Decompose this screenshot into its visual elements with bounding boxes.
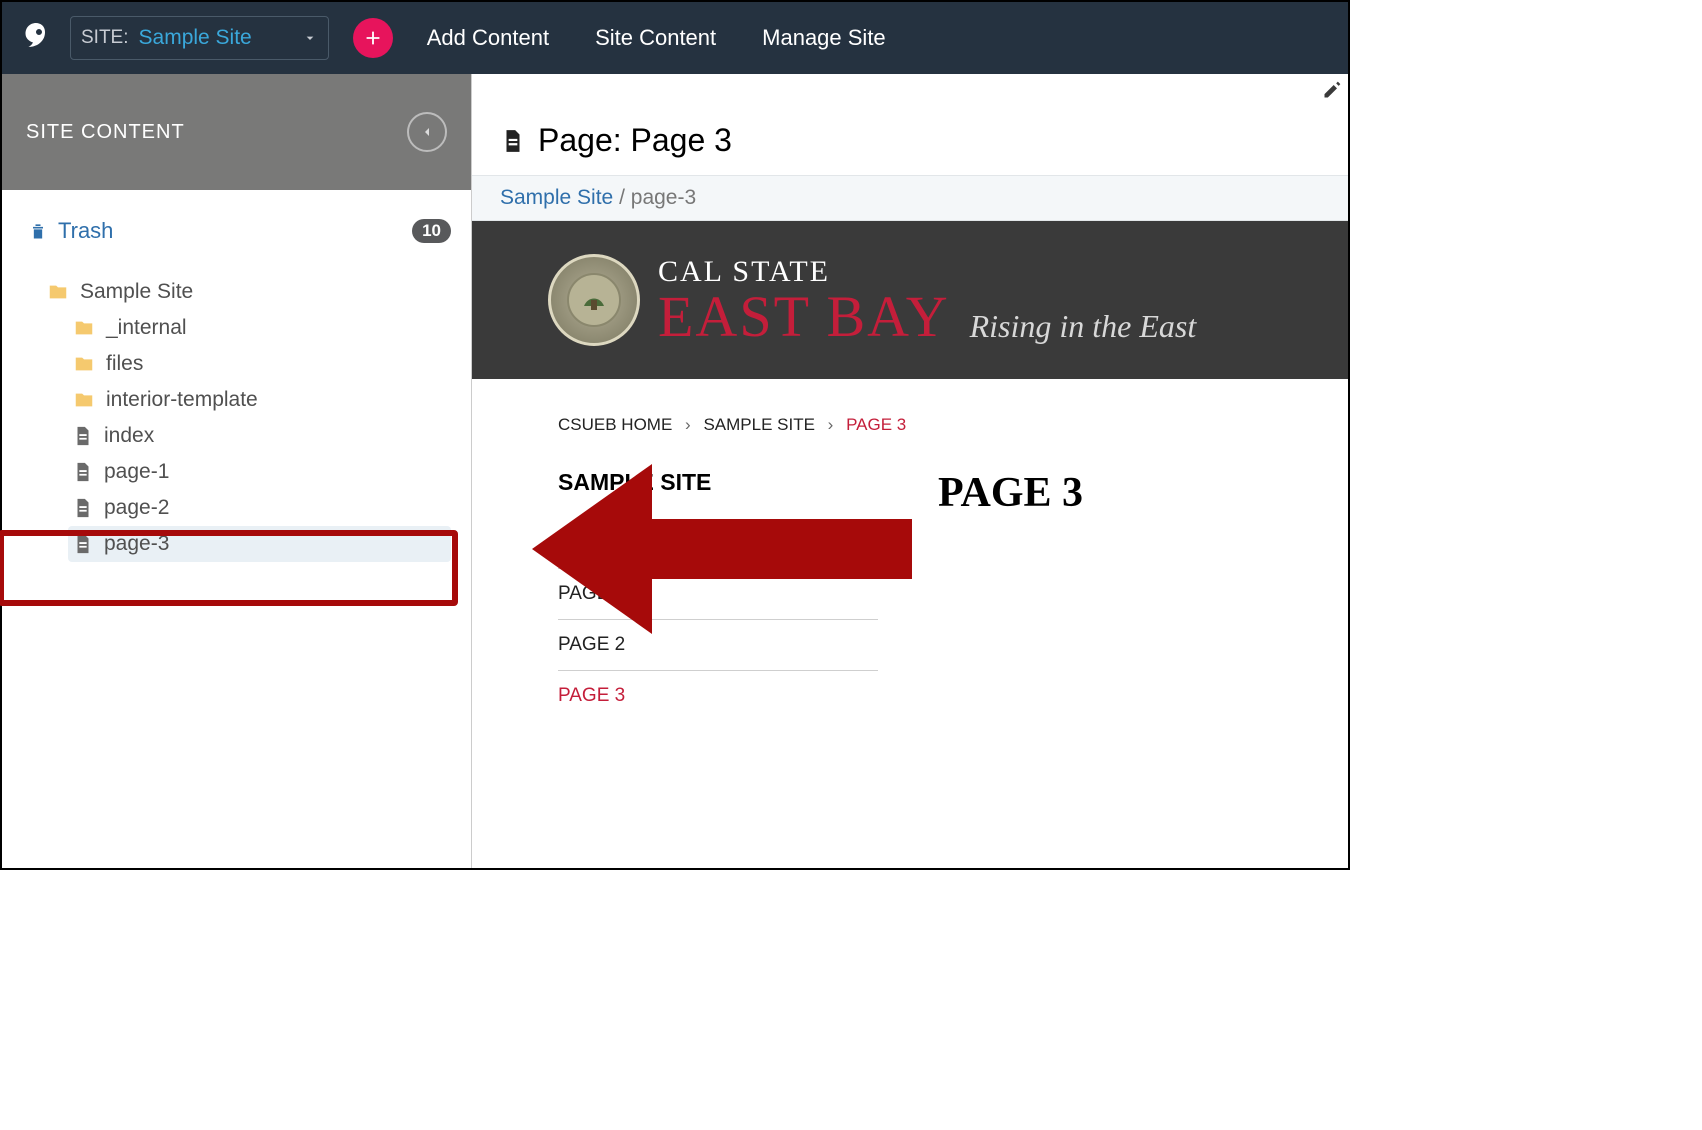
site-selector-value: Sample Site: [139, 26, 292, 50]
page-title: Page: Page 3: [472, 102, 1348, 175]
banner-line2: EAST BAY: [658, 289, 950, 344]
document-icon: [72, 461, 94, 483]
preview-main-heading: PAGE 3: [938, 469, 1083, 517]
preview-breadcrumb: CSUEB HOME › SAMPLE SITE › PAGE 3: [558, 415, 1262, 435]
tree-item-files[interactable]: files: [68, 346, 451, 382]
nav-item-template[interactable]: OR TEMPLATE: [558, 518, 878, 569]
preview-section-title: SAMPLE SITE: [558, 469, 878, 496]
preview-crumb-site[interactable]: SAMPLE SITE: [703, 415, 814, 434]
menu-manage-site[interactable]: Manage Site: [750, 19, 898, 57]
tree-item-interior-template[interactable]: interior-template: [68, 382, 451, 418]
tree-item-label: interior-template: [106, 388, 258, 412]
sidebar-header: SITE CONTENT: [2, 74, 471, 190]
tree-item-label: files: [106, 352, 143, 376]
top-bar: SITE: Sample Site Add Content Site Conte…: [2, 2, 1348, 74]
add-button[interactable]: [353, 18, 393, 58]
university-seal-icon: [548, 254, 640, 346]
preview-crumb-current: PAGE 3: [846, 415, 906, 434]
sidebar-trash[interactable]: Trash 10: [22, 218, 451, 244]
tree-item-index[interactable]: index: [68, 418, 451, 454]
nav-item-page1[interactable]: PAGE: [558, 569, 878, 620]
page-title-text: Page: Page 3: [538, 122, 732, 159]
tree-item-internal[interactable]: _internal: [68, 310, 451, 346]
breadcrumb: Sample Site / page-3: [472, 175, 1348, 221]
trash-label: Trash: [58, 218, 402, 244]
tree-item-label: page-1: [104, 460, 169, 484]
menu-add-content[interactable]: Add Content: [415, 19, 561, 57]
breadcrumb-current: page-3: [631, 186, 696, 209]
folder-icon: [72, 353, 96, 375]
file-tree: Sample Site _internal files interior-tem…: [22, 274, 451, 562]
sidebar-collapse-button[interactable]: [407, 112, 447, 152]
tree-item-label: page-2: [104, 496, 169, 520]
tree-item-label: page-3: [104, 532, 169, 556]
document-icon: [500, 126, 526, 156]
site-selector[interactable]: SITE: Sample Site: [70, 16, 329, 60]
trash-count-badge: 10: [412, 219, 451, 243]
trash-icon: [28, 219, 48, 243]
chevron-right-icon: ›: [828, 415, 834, 434]
tree-item-label: index: [104, 424, 154, 448]
breadcrumb-sep: /: [619, 186, 631, 209]
folder-icon: [72, 317, 96, 339]
chevron-right-icon: ›: [685, 415, 691, 434]
tree-root[interactable]: Sample Site: [42, 274, 451, 310]
page-preview: CSUEB HOME › SAMPLE SITE › PAGE 3 SAMPLE…: [472, 379, 1348, 721]
preview-crumb-home[interactable]: CSUEB HOME: [558, 415, 672, 434]
document-icon: [72, 497, 94, 519]
breadcrumb-root[interactable]: Sample Site: [500, 186, 613, 209]
site-selector-label: SITE:: [81, 27, 129, 49]
folder-icon: [46, 281, 70, 303]
nav-item-page2[interactable]: PAGE 2: [558, 620, 878, 671]
content-pane: Page: Page 3 Sample Site / page-3 CAL ST…: [472, 74, 1348, 868]
document-icon: [72, 425, 94, 447]
tree-item-page-2[interactable]: page-2: [68, 490, 451, 526]
tree-root-label: Sample Site: [80, 280, 193, 304]
document-icon: [72, 533, 94, 555]
tree-item-page-3[interactable]: page-3: [68, 526, 451, 562]
folder-icon: [72, 389, 96, 411]
menu-site-content[interactable]: Site Content: [583, 19, 728, 57]
edit-icon[interactable]: [1322, 80, 1342, 100]
preview-side-nav: SAMPLE SITE OR TEMPLATE PAGE PAGE 2 PAGE…: [558, 469, 878, 721]
chevron-down-icon: [302, 30, 318, 46]
sidebar-title: SITE CONTENT: [26, 121, 185, 144]
tree-item-label: _internal: [106, 316, 187, 340]
tree-item-page-1[interactable]: page-1: [68, 454, 451, 490]
banner-tagline: Rising in the East: [970, 308, 1197, 345]
sidebar: SITE CONTENT Trash 10 Sample Site: [2, 74, 472, 868]
nav-item-page3[interactable]: PAGE 3: [558, 671, 878, 721]
site-banner: CAL STATE EAST BAY Rising in the East: [472, 221, 1348, 379]
app-logo-icon: [16, 18, 56, 58]
